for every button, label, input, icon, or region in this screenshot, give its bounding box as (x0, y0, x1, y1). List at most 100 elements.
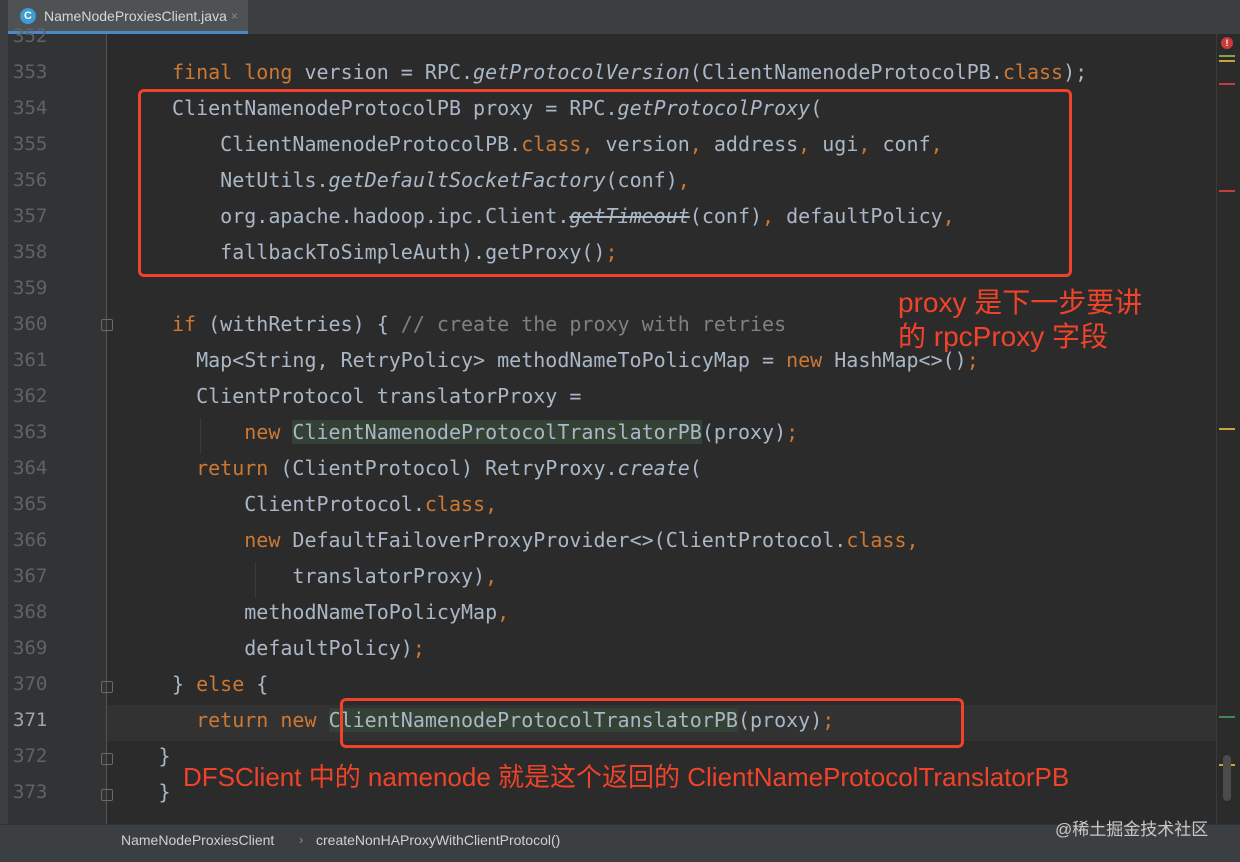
code-text: } else { (172, 666, 268, 702)
code-token: (ClientProtocol) RetryProxy. (268, 456, 618, 480)
code-token: final long (172, 60, 293, 84)
breadcrumb-separator: › (299, 832, 304, 847)
line-number: 370 (13, 673, 48, 695)
line-number: 358 (13, 241, 48, 263)
code-line[interactable]: 353 final long version = RPC.getProtocolV… (0, 54, 1216, 90)
fold-marker-icon[interactable] (101, 319, 113, 331)
annotation-note-namenode: DFSClient 中的 namenode 就是这个返回的 ClientName… (183, 762, 1070, 792)
code-token: class (424, 492, 486, 516)
fold-marker-icon[interactable] (101, 753, 113, 765)
line-number: 363 (13, 421, 48, 443)
code-token: ( (689, 456, 702, 480)
fold-marker-icon[interactable] (101, 681, 113, 693)
code-text: if (withRetries) { // create the proxy w… (172, 306, 786, 342)
line-number: 353 (13, 61, 48, 83)
line-number: 371 (13, 709, 48, 731)
code-token: ClientNamenodeProtocolTranslatorPB (292, 420, 702, 444)
code-line[interactable]: 366 new DefaultFailoverProxyProvider<>(C… (0, 522, 1216, 558)
code-token: new (244, 420, 281, 444)
code-token: , (497, 600, 510, 624)
line-number: 366 (13, 529, 48, 551)
line-number: 364 (13, 457, 48, 479)
code-line[interactable]: 352 (0, 18, 1216, 54)
code-token: ClientProtocol translatorProxy = (172, 384, 582, 408)
line-number: 361 (13, 349, 48, 371)
code-token: ; (412, 636, 425, 660)
code-line[interactable]: 363 new ClientNamenodeProtocolTranslator… (0, 414, 1216, 450)
code-text: translatorProxy), (172, 558, 497, 594)
code-text: ClientProtocol translatorProxy = (172, 378, 581, 414)
code-token: } (158, 780, 171, 804)
code-text: defaultPolicy); (172, 630, 425, 666)
code-text: Map<String, RetryPolicy> methodNameToPol… (172, 342, 979, 378)
code-token: (ClientNamenodeProtocolPB. (689, 60, 1003, 84)
code-token: if (172, 312, 197, 336)
scroll-marker[interactable] (1219, 428, 1235, 430)
code-token: { (244, 672, 269, 696)
line-number: 365 (13, 493, 48, 515)
code-token: } (172, 672, 197, 696)
line-number: 373 (13, 781, 48, 803)
indent-guide (200, 418, 201, 454)
scroll-marker[interactable] (1219, 83, 1235, 85)
line-number: 372 (13, 745, 48, 767)
code-token: new (786, 348, 823, 372)
code-line[interactable]: 364 return (ClientProtocol) RetryProxy.c… (0, 450, 1216, 486)
code-text: methodNameToPolicyMap, (172, 594, 509, 630)
line-number: 362 (13, 385, 48, 407)
scroll-marker[interactable] (1219, 190, 1235, 192)
breadcrumb-method[interactable]: createNonHAProxyWithClientProtocol() (316, 832, 560, 848)
code-line[interactable]: 367 translatorProxy), (0, 558, 1216, 594)
line-number: 360 (13, 313, 48, 335)
code-token: class (1002, 60, 1064, 84)
scroll-marker[interactable] (1219, 60, 1235, 62)
code-token: return (196, 456, 269, 480)
indent-guide (255, 562, 256, 598)
code-token: ); (1063, 60, 1088, 84)
code-line[interactable]: 365 ClientProtocol.class, (0, 486, 1216, 522)
code-token: , (485, 492, 498, 516)
breadcrumb-class[interactable]: NameNodeProxiesClient (121, 832, 274, 848)
code-line[interactable]: 368 methodNameToPolicyMap, (0, 594, 1216, 630)
code-token: return new (196, 708, 317, 732)
line-number: 357 (13, 205, 48, 227)
code-text: new ClientNamenodeProtocolTranslatorPB(p… (172, 414, 798, 450)
code-token: getProtocolVersion (473, 60, 690, 84)
scroll-marker[interactable] (1219, 716, 1235, 718)
code-line[interactable]: 370 } else { (0, 666, 1216, 702)
scrollbar-thumb[interactable] (1223, 755, 1231, 801)
code-text: new DefaultFailoverProxyProvider<>(Clien… (172, 522, 919, 558)
code-text: } (159, 738, 171, 774)
code-token: DefaultFailoverProxyProvider<>(ClientPro… (280, 528, 847, 552)
annotation-box-proxy (138, 89, 1072, 277)
code-token: translatorProxy) (172, 564, 486, 588)
code-line[interactable]: 369 defaultPolicy); (0, 630, 1216, 666)
code-token: , (485, 564, 498, 588)
annotation-box-return (340, 698, 964, 748)
fold-marker-icon[interactable] (101, 789, 113, 801)
line-number: 367 (13, 565, 48, 587)
error-indicator-icon[interactable]: ! (1221, 37, 1233, 49)
code-text: return (ClientProtocol) RetryProxy.creat… (172, 450, 702, 486)
line-number: 352 (13, 25, 48, 47)
code-line[interactable]: 362 ClientProtocol translatorProxy = (0, 378, 1216, 414)
code-token: Map<String, RetryPolicy> methodNameToPol… (172, 348, 787, 372)
code-token: create (617, 456, 690, 480)
code-token: } (158, 744, 171, 768)
code-token: methodNameToPolicyMap (172, 600, 498, 624)
code-token: new (244, 528, 281, 552)
line-number: 356 (13, 169, 48, 191)
code-text: ClientProtocol.class, (172, 486, 497, 522)
code-token: , (906, 528, 919, 552)
scroll-marker[interactable] (1219, 55, 1235, 57)
line-number: 355 (13, 133, 48, 155)
code-token: // create the proxy with retries (400, 312, 787, 336)
line-number: 354 (13, 97, 48, 119)
line-number: 368 (13, 601, 48, 623)
code-text: } (159, 774, 171, 810)
